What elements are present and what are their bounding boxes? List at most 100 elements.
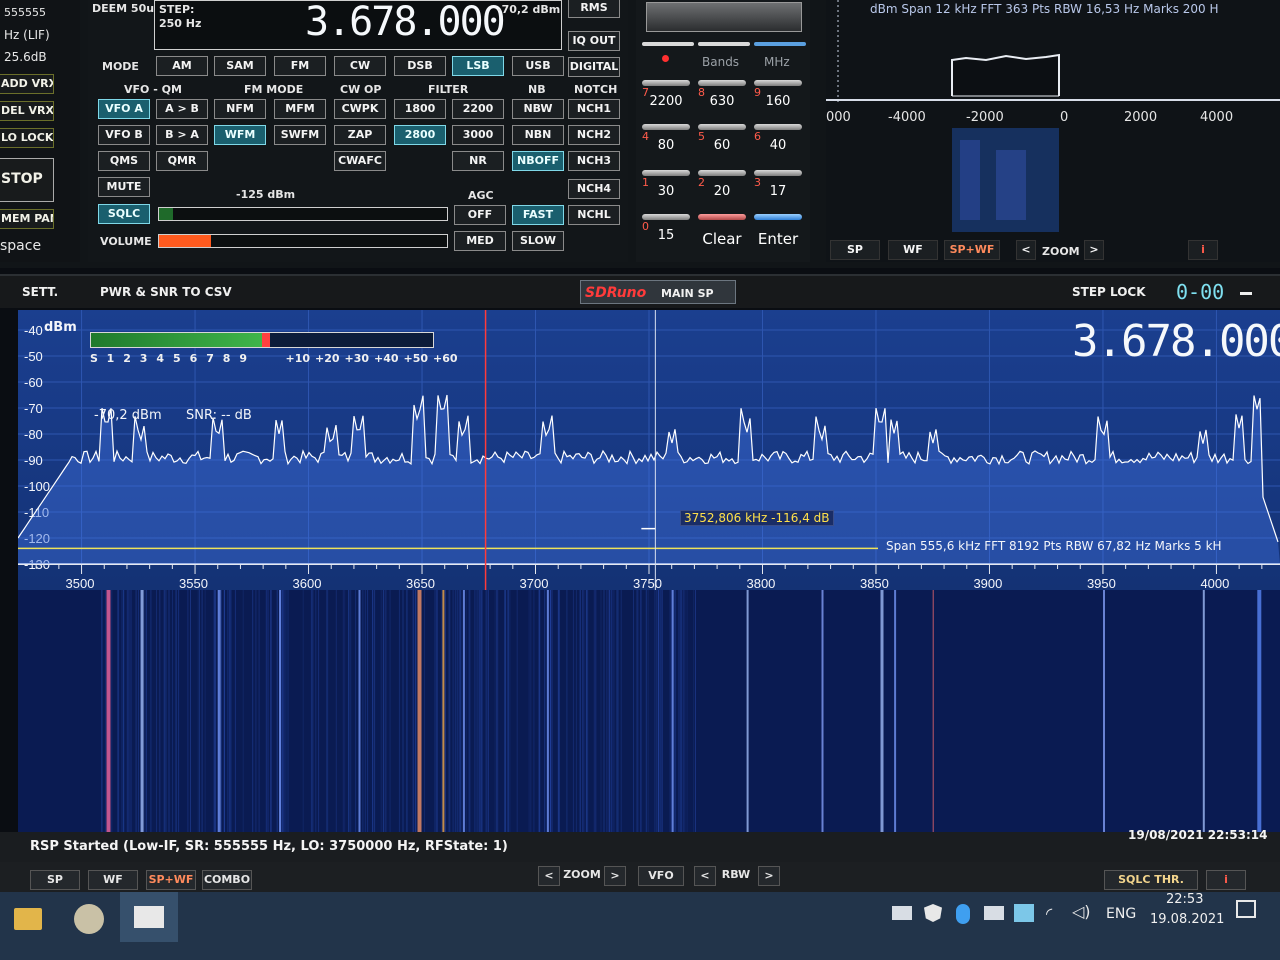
language-indicator[interactable]: ENG bbox=[1106, 906, 1136, 922]
combo-button[interactable]: COMBO bbox=[202, 870, 252, 890]
agc-med-button[interactable]: MED bbox=[454, 231, 506, 251]
del-vrx-button[interactable]: DEL VRX bbox=[0, 101, 54, 121]
mode-dsb-button[interactable]: DSB bbox=[394, 56, 446, 76]
mute-button[interactable]: MUTE bbox=[98, 177, 150, 197]
clock-date[interactable]: 19.08.2021 bbox=[1150, 912, 1224, 927]
stop-button[interactable]: STOP bbox=[0, 158, 54, 202]
iq-out-button[interactable]: IQ OUT bbox=[568, 31, 620, 51]
agc-slow-button[interactable]: SLOW bbox=[512, 231, 564, 251]
lo-lock-button[interactable]: LO LOCK bbox=[0, 128, 54, 148]
mode-fm-button[interactable]: FM bbox=[274, 56, 326, 76]
swfm-button[interactable]: SWFM bbox=[274, 125, 326, 145]
mfm-button[interactable]: MFM bbox=[274, 99, 326, 119]
frequency-display[interactable]: STEP: 250 Hz 3.678.000 -70,2 dBm bbox=[154, 0, 562, 50]
sp-wf-button[interactable]: SP+WF bbox=[146, 870, 196, 890]
band-key-80[interactable]: 4 80 bbox=[640, 124, 692, 162]
spectrum-frequency[interactable]: 3.678.000 bbox=[1072, 316, 1280, 367]
filter-3000-button[interactable]: 3000 bbox=[452, 125, 504, 145]
mode-lsb-button[interactable]: LSB bbox=[452, 56, 504, 76]
cwpk-button[interactable]: CWPK bbox=[334, 99, 386, 119]
band-key-630[interactable]: 8 630 bbox=[696, 80, 748, 118]
shield-icon[interactable] bbox=[924, 904, 942, 922]
band-key-2200[interactable]: 7 2200 bbox=[640, 80, 692, 118]
band-key-160[interactable]: 9 160 bbox=[752, 80, 804, 118]
agc-off-button[interactable]: OFF bbox=[454, 205, 506, 225]
nch2-button[interactable]: NCH2 bbox=[568, 125, 620, 145]
paint-app-icon[interactable] bbox=[74, 904, 104, 934]
enter-button[interactable]: Enter bbox=[752, 214, 804, 252]
nch4-button[interactable]: NCH4 bbox=[568, 179, 620, 199]
filter-2800-button[interactable]: 2800 bbox=[394, 125, 446, 145]
cwafc-button[interactable]: CWAFC bbox=[334, 151, 386, 171]
zap-button[interactable]: ZAP bbox=[334, 125, 386, 145]
band-key-40[interactable]: 6 40 bbox=[752, 124, 804, 162]
sqlc-slider[interactable] bbox=[158, 207, 448, 221]
step-lock-button[interactable]: STEP LOCK bbox=[1072, 285, 1146, 299]
vfo-frequency[interactable]: 3.678.000 bbox=[305, 0, 506, 45]
clock-time[interactable]: 22:53 bbox=[1166, 892, 1203, 907]
bluetooth-icon[interactable] bbox=[956, 904, 970, 924]
aux-zoom-left-button[interactable]: < bbox=[1016, 240, 1036, 260]
volume-slider[interactable] bbox=[158, 234, 448, 248]
nchl-button[interactable]: NCHL bbox=[568, 205, 620, 225]
nr-button[interactable]: NR bbox=[452, 151, 504, 171]
file-explorer-icon[interactable] bbox=[14, 908, 42, 930]
vfo-button[interactable]: VFO bbox=[638, 866, 684, 886]
band-key-17[interactable]: 3 17 bbox=[752, 170, 804, 208]
mode-cw-button[interactable]: CW bbox=[334, 56, 386, 76]
rbw-left-button[interactable]: < bbox=[694, 866, 716, 886]
digital-button[interactable]: DIGITAL bbox=[568, 57, 620, 77]
waterfall-plot[interactable] bbox=[18, 590, 1280, 832]
aux-info-button[interactable]: i bbox=[1188, 240, 1218, 260]
rms-button[interactable]: RMS bbox=[568, 0, 620, 18]
nfm-button[interactable]: NFM bbox=[214, 99, 266, 119]
device-icon[interactable] bbox=[892, 906, 912, 920]
mem-pan-button[interactable]: MEM PAN bbox=[0, 209, 54, 229]
nboff-button[interactable]: NBOFF bbox=[512, 151, 564, 171]
minimize-icon[interactable] bbox=[1240, 292, 1252, 295]
add-vrx-button[interactable]: ADD VRX bbox=[0, 74, 54, 94]
sdruno-task-icon[interactable] bbox=[120, 892, 178, 942]
a-to-b-button[interactable]: A > B bbox=[156, 99, 208, 119]
app-tray-icon[interactable] bbox=[1014, 904, 1034, 922]
filter-1800-button[interactable]: 1800 bbox=[394, 99, 446, 119]
rbw-right-button[interactable]: > bbox=[758, 866, 780, 886]
vfo-a-button[interactable]: VFO A bbox=[98, 99, 150, 119]
waterfall[interactable] bbox=[18, 590, 1280, 832]
nch3-button[interactable]: NCH3 bbox=[568, 151, 620, 171]
notifications-icon[interactable] bbox=[1236, 900, 1256, 918]
pwr-snr-csv-button[interactable]: PWR & SNR TO CSV bbox=[100, 285, 232, 299]
sqlc-threshold-button[interactable]: SQLC THR. bbox=[1104, 870, 1198, 890]
band-key-60[interactable]: 5 60 bbox=[696, 124, 748, 162]
main-sp-tab[interactable]: SDRuno MAIN SP bbox=[580, 280, 736, 304]
qmr-button[interactable]: QMR bbox=[156, 151, 208, 171]
mode-sam-button[interactable]: SAM bbox=[214, 56, 266, 76]
sp-button[interactable]: SP bbox=[30, 870, 80, 890]
wfm-button[interactable]: WFM bbox=[214, 125, 266, 145]
qms-button[interactable]: QMS bbox=[98, 151, 150, 171]
sqlc-button[interactable]: SQLC bbox=[98, 204, 150, 224]
nbn-button[interactable]: NBN bbox=[512, 125, 564, 145]
tuning-dial[interactable] bbox=[646, 2, 802, 32]
aux-sp-button[interactable]: SP bbox=[830, 240, 880, 260]
clear-button[interactable]: Clear bbox=[696, 214, 748, 252]
settings-button[interactable]: SETT. bbox=[22, 285, 58, 299]
zoom-right-button[interactable]: > bbox=[604, 866, 626, 886]
info-button[interactable]: i bbox=[1206, 870, 1246, 890]
wifi-icon[interactable]: ◜ bbox=[1046, 904, 1052, 923]
zoom-left-button[interactable]: < bbox=[538, 866, 560, 886]
band-key-20[interactable]: 2 20 bbox=[696, 170, 748, 208]
nch1-button[interactable]: NCH1 bbox=[568, 99, 620, 119]
aux-sp-wf-button[interactable]: SP+WF bbox=[944, 240, 1000, 260]
mode-am-button[interactable]: AM bbox=[156, 56, 208, 76]
agc-fast-button[interactable]: FAST bbox=[512, 205, 564, 225]
aux-wf-button[interactable]: WF bbox=[888, 240, 938, 260]
vfo-b-button[interactable]: VFO B bbox=[98, 125, 150, 145]
main-spectrum[interactable]: -40 -50 -60 -70 -80 -90 -100 -110 -120 -130 3500 35… bbox=[18, 310, 1280, 590]
display-icon[interactable] bbox=[984, 906, 1004, 920]
aux-zoom-right-button[interactable]: > bbox=[1084, 240, 1104, 260]
band-key-30[interactable]: 1 30 bbox=[640, 170, 692, 208]
b-to-a-button[interactable]: B > A bbox=[156, 125, 208, 145]
nbw-button[interactable]: NBW bbox=[512, 99, 564, 119]
filter-2200-button[interactable]: 2200 bbox=[452, 99, 504, 119]
